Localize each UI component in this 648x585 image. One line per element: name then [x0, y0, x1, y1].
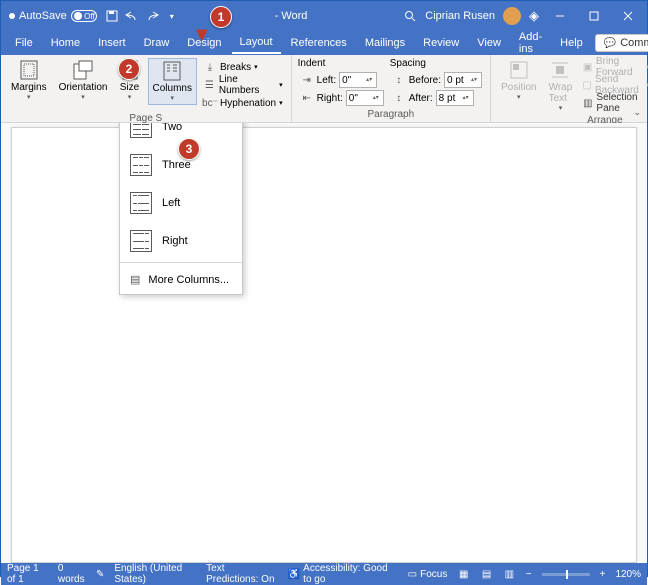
qat-dropdown-icon[interactable]: ▾ — [165, 9, 179, 23]
indent-right-input[interactable]: 0"▴▾ — [346, 90, 384, 106]
tab-view[interactable]: View — [469, 33, 509, 53]
spacing-before-icon: ↕ — [392, 73, 406, 87]
focus-mode-button[interactable]: ▭Focus — [408, 569, 448, 580]
group-paragraph: Indent ⇥ Left: 0"▴▾ ⇤ Right: 0"▴▾ Spacin… — [292, 55, 491, 122]
send-backward-icon: ▢ — [582, 78, 592, 92]
toggle-off-icon: Off — [71, 10, 97, 22]
columns-right[interactable]: Right — [120, 222, 242, 260]
zoom-slider[interactable] — [542, 573, 590, 576]
margins-button[interactable]: Margins ▾ — [7, 58, 51, 103]
comments-button[interactable]: 💬Comments — [595, 34, 648, 52]
breaks-icon: ⤓ — [203, 60, 217, 74]
line-numbers-button[interactable]: ☰Line Numbers ▾ — [201, 76, 285, 94]
indent-left-icon: ⇥ — [300, 73, 314, 87]
indent-left-input[interactable]: 0"▴▾ — [339, 72, 377, 88]
tab-home[interactable]: Home — [43, 33, 88, 53]
indent-right-icon: ⇤ — [300, 91, 314, 105]
save-icon[interactable] — [105, 9, 119, 23]
left-column-icon — [130, 192, 152, 214]
marker-1: 1 — [210, 6, 232, 28]
app-dot-icon — [9, 13, 15, 19]
spacing-before-row: ↕ Before: 0 pt▴▾ — [390, 71, 484, 89]
web-layout-view-icon[interactable]: ▥ — [503, 567, 516, 581]
minimize-button[interactable] — [547, 6, 573, 26]
document-area[interactable]: One Two Three Left Right ▤ More Columns.… — [1, 123, 647, 563]
columns-button[interactable]: Columns ▾ — [148, 58, 197, 105]
position-button: Position ▾ — [497, 58, 541, 103]
spacing-after-row: ↕ After: 8 pt▴▾ — [390, 89, 484, 107]
redo-icon[interactable] — [145, 9, 159, 23]
margins-icon — [19, 60, 39, 80]
arrow-1: ▼ — [192, 24, 212, 47]
columns-icon — [162, 61, 182, 81]
close-button[interactable] — [615, 6, 641, 26]
marker-2: 2 — [118, 58, 140, 80]
group-page-setup: Margins ▾ Orientation ▾ Size ▾ Columns ▾… — [1, 55, 292, 122]
ribbon-tabs: File Home Insert Draw Design Layout Refe… — [1, 31, 647, 55]
read-mode-view-icon[interactable]: ▤ — [480, 567, 493, 581]
orientation-icon — [73, 60, 93, 80]
tab-mailings[interactable]: Mailings — [357, 33, 413, 53]
wrap-text-button: Wrap Text ▾ — [545, 58, 577, 114]
marker-3: 3 — [178, 138, 200, 160]
language-status[interactable]: English (United States) — [114, 563, 196, 585]
wrap-text-icon — [550, 60, 570, 80]
search-icon[interactable] — [403, 9, 417, 23]
line-numbers-icon: ☰ — [203, 78, 216, 92]
user-name[interactable]: Ciprian Rusen — [425, 10, 495, 22]
zoom-level[interactable]: 120% — [615, 569, 641, 580]
indent-left-row: ⇥ Left: 0"▴▾ — [298, 71, 386, 89]
tab-file[interactable]: File — [7, 33, 41, 53]
maximize-button[interactable] — [581, 6, 607, 26]
indent-right-row: ⇤ Right: 0"▴▾ — [298, 89, 386, 107]
orientation-button[interactable]: Orientation ▾ — [55, 58, 112, 103]
autosave-label: AutoSave — [19, 10, 67, 22]
selection-pane-icon: ▥ — [582, 96, 593, 110]
word-count[interactable]: 0 words — [58, 563, 86, 585]
hyphenation-icon: bc⁻ — [203, 96, 217, 110]
autosave-toggle[interactable]: AutoSave Off — [19, 10, 97, 22]
spacing-before-input[interactable]: 0 pt▴▾ — [444, 72, 482, 88]
bring-forward-icon: ▣ — [582, 60, 593, 74]
undo-icon[interactable] — [125, 9, 139, 23]
zoom-out-button[interactable]: − — [526, 569, 532, 580]
tab-insert[interactable]: Insert — [90, 33, 134, 53]
right-column-icon — [130, 230, 152, 252]
more-columns-icon: ▤ — [130, 273, 140, 286]
zoom-in-button[interactable]: + — [600, 569, 606, 580]
accessibility-status[interactable]: ♿Accessibility: Good to go — [288, 563, 388, 585]
print-layout-view-icon[interactable]: ▦ — [457, 567, 470, 581]
document-page[interactable] — [11, 127, 637, 563]
tab-references[interactable]: References — [283, 33, 355, 53]
ribbon: Margins ▾ Orientation ▾ Size ▾ Columns ▾… — [1, 55, 647, 123]
collapse-ribbon-icon[interactable]: ⌄ — [633, 107, 641, 118]
three-column-icon — [130, 154, 152, 176]
page-count[interactable]: Page 1 of 1 — [7, 563, 48, 585]
paragraph-title: Paragraph — [298, 109, 484, 120]
tab-draw[interactable]: Draw — [136, 33, 178, 53]
user-avatar[interactable] — [503, 7, 521, 25]
dropdown-separator — [120, 262, 242, 263]
two-column-icon — [130, 123, 152, 138]
columns-left[interactable]: Left — [120, 184, 242, 222]
spacing-after-input[interactable]: 8 pt▴▾ — [436, 90, 474, 106]
quick-access-toolbar: ▾ — [105, 9, 179, 23]
spacing-after-icon: ↕ — [392, 91, 406, 105]
more-columns-button[interactable]: ▤ More Columns... — [120, 265, 242, 294]
tab-layout[interactable]: Layout — [232, 32, 281, 54]
spellcheck-icon[interactable]: ✎ — [96, 569, 104, 580]
position-icon — [509, 60, 529, 80]
hyphenation-button[interactable]: bc⁻Hyphenation ▾ — [201, 94, 285, 112]
text-predictions-status[interactable]: Text Predictions: On — [206, 563, 278, 585]
status-bar: Page 1 of 1 0 words ✎ English (United St… — [1, 563, 647, 585]
diamond-icon[interactable]: ◈ — [529, 8, 539, 24]
tab-help[interactable]: Help — [552, 33, 591, 53]
tab-review[interactable]: Review — [415, 33, 467, 53]
group-arrange: Position ▾ Wrap Text ▾ ▣Bring Forward ▾ … — [491, 55, 648, 122]
